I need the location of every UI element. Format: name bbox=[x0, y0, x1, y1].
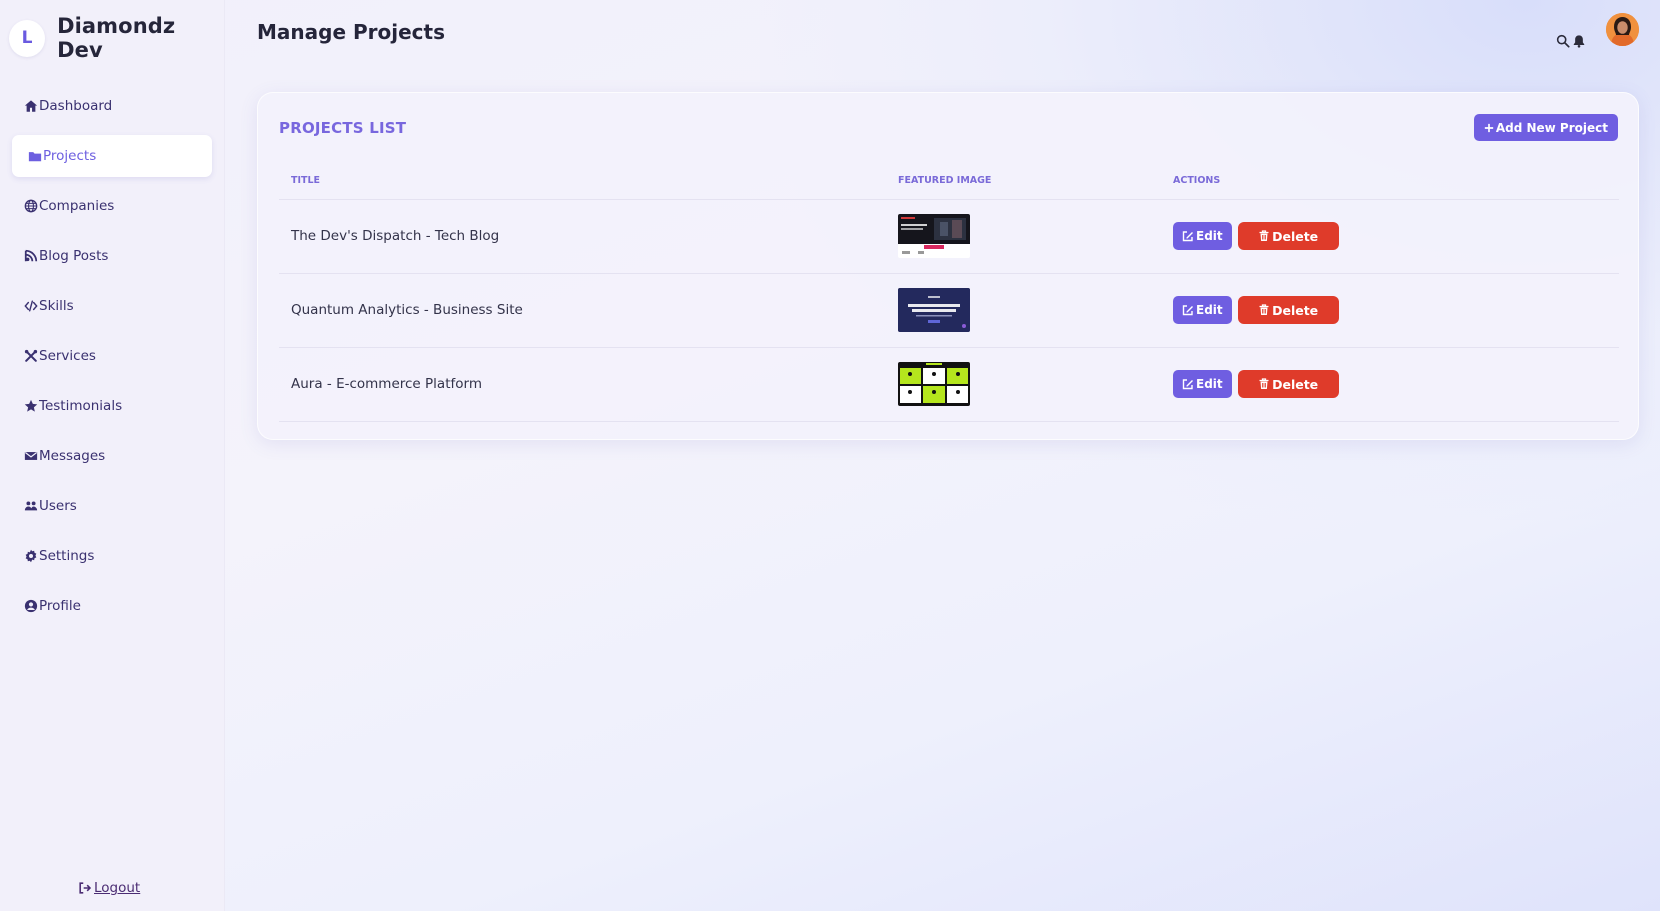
edit-label: Edit bbox=[1196, 303, 1223, 317]
edit-icon bbox=[1182, 231, 1193, 242]
edit-label: Edit bbox=[1196, 229, 1223, 243]
gear-icon bbox=[25, 549, 37, 563]
sidebar-item-profile[interactable]: Profile bbox=[12, 585, 212, 627]
sidebar: L Diamondz Dev Dashboard Projects Compan… bbox=[0, 0, 225, 911]
sidebar-item-label: Skills bbox=[39, 298, 74, 314]
sidebar-item-label: Blog Posts bbox=[39, 248, 109, 264]
code-icon bbox=[24, 300, 38, 312]
projects-table: TITLE FEATURED IMAGE ACTIONS The Dev's D… bbox=[279, 163, 1619, 422]
sidebar-item-label: Companies bbox=[39, 198, 115, 214]
logout-link[interactable]: Logout bbox=[78, 880, 140, 896]
featured-image-cell bbox=[886, 347, 1161, 422]
globe-icon bbox=[24, 199, 38, 213]
project-title: The Dev's Dispatch - Tech Blog bbox=[279, 199, 886, 274]
trash-icon bbox=[1259, 304, 1269, 315]
edit-icon bbox=[1182, 379, 1193, 390]
sidebar-item-settings[interactable]: Settings bbox=[12, 535, 212, 577]
add-project-button[interactable]: Add New Project bbox=[1473, 114, 1618, 141]
table-row: Aura - E-commerce Platform Edit Delete bbox=[279, 347, 1619, 422]
edit-button[interactable]: Edit bbox=[1173, 222, 1232, 250]
avatar[interactable] bbox=[1606, 13, 1639, 46]
featured-image-thumbnail[interactable] bbox=[898, 214, 970, 258]
sidebar-item-label: Messages bbox=[39, 448, 106, 464]
trash-icon bbox=[1259, 230, 1269, 241]
featured-image-cell bbox=[886, 199, 1161, 274]
bell-icon[interactable] bbox=[1572, 34, 1586, 48]
delete-button[interactable]: Delete bbox=[1237, 222, 1339, 250]
delete-button[interactable]: Delete bbox=[1237, 296, 1339, 324]
sidebar-item-blog-posts[interactable]: Blog Posts bbox=[12, 235, 212, 277]
brand-name: Diamondz Dev bbox=[57, 14, 176, 62]
table-header-row: TITLE FEATURED IMAGE ACTIONS bbox=[279, 163, 1619, 200]
logout-label: Logout bbox=[94, 880, 141, 896]
delete-label: Delete bbox=[1272, 302, 1319, 318]
table-row: Quantum Analytics - Business Site Edit D… bbox=[279, 273, 1619, 348]
sidebar-item-label: Dashboard bbox=[39, 98, 113, 114]
sidebar-item-label: Profile bbox=[39, 598, 81, 614]
edit-button[interactable]: Edit bbox=[1173, 370, 1232, 398]
sidebar-item-projects[interactable]: Projects bbox=[12, 135, 212, 177]
projects-card: PROJECTS LIST Add New Project TITLE FEAT… bbox=[257, 92, 1639, 440]
sidebar-item-companies[interactable]: Companies bbox=[12, 185, 212, 227]
envelope-icon bbox=[24, 452, 38, 460]
brand-logo: L bbox=[9, 19, 46, 57]
users-icon bbox=[24, 501, 38, 511]
delete-label: Delete bbox=[1272, 228, 1319, 244]
tools-icon bbox=[24, 349, 38, 362]
sidebar-item-services[interactable]: Services bbox=[12, 335, 212, 377]
blog-icon bbox=[24, 249, 38, 262]
sidebar-nav: Dashboard Projects Companies Blog Posts … bbox=[12, 85, 212, 635]
edit-icon bbox=[1182, 305, 1193, 316]
folder-icon bbox=[28, 152, 42, 162]
project-title: Aura - E-commerce Platform bbox=[279, 347, 886, 422]
sidebar-item-messages[interactable]: Messages bbox=[12, 435, 212, 477]
projects-list-title: PROJECTS LIST bbox=[279, 119, 407, 137]
search-icon[interactable] bbox=[1556, 34, 1570, 48]
trash-icon bbox=[1259, 378, 1269, 389]
actions-cell: Edit Delete bbox=[1161, 273, 1619, 348]
sidebar-item-label: Services bbox=[39, 348, 96, 364]
header-actions bbox=[1556, 34, 1586, 48]
column-header-title: TITLE bbox=[279, 163, 886, 200]
sidebar-item-users[interactable]: Users bbox=[12, 485, 212, 527]
featured-image-cell bbox=[886, 273, 1161, 348]
sidebar-item-label: Users bbox=[39, 498, 77, 514]
plus-icon bbox=[1484, 123, 1494, 132]
sidebar-item-label: Projects bbox=[43, 148, 97, 164]
home-icon bbox=[24, 100, 38, 112]
actions-cell: Edit Delete bbox=[1161, 199, 1619, 274]
edit-button[interactable]: Edit bbox=[1173, 296, 1232, 324]
actions-cell: Edit Delete bbox=[1161, 347, 1619, 422]
column-header-actions: ACTIONS bbox=[1161, 163, 1619, 200]
logout-icon bbox=[79, 882, 92, 894]
featured-image-thumbnail[interactable] bbox=[898, 362, 970, 406]
page-title: Manage Projects bbox=[257, 20, 445, 44]
sidebar-item-skills[interactable]: Skills bbox=[12, 285, 212, 327]
star-icon bbox=[24, 399, 38, 412]
table-row: The Dev's Dispatch - Tech Blog Edit Dele… bbox=[279, 199, 1619, 274]
delete-button[interactable]: Delete bbox=[1237, 370, 1339, 398]
delete-label: Delete bbox=[1272, 376, 1319, 392]
sidebar-item-dashboard[interactable]: Dashboard bbox=[12, 85, 212, 127]
brand[interactable]: L Diamondz Dev bbox=[9, 14, 224, 62]
user-circle-icon bbox=[24, 599, 38, 613]
edit-label: Edit bbox=[1196, 377, 1223, 391]
featured-image-thumbnail[interactable] bbox=[898, 288, 970, 332]
sidebar-item-label: Testimonials bbox=[39, 398, 123, 414]
project-title: Quantum Analytics - Business Site bbox=[279, 273, 886, 348]
add-project-label: Add New Project bbox=[1495, 120, 1608, 135]
sidebar-item-label: Settings bbox=[39, 548, 95, 564]
column-header-featured-image: FEATURED IMAGE bbox=[886, 163, 1161, 200]
sidebar-item-testimonials[interactable]: Testimonials bbox=[12, 385, 212, 427]
